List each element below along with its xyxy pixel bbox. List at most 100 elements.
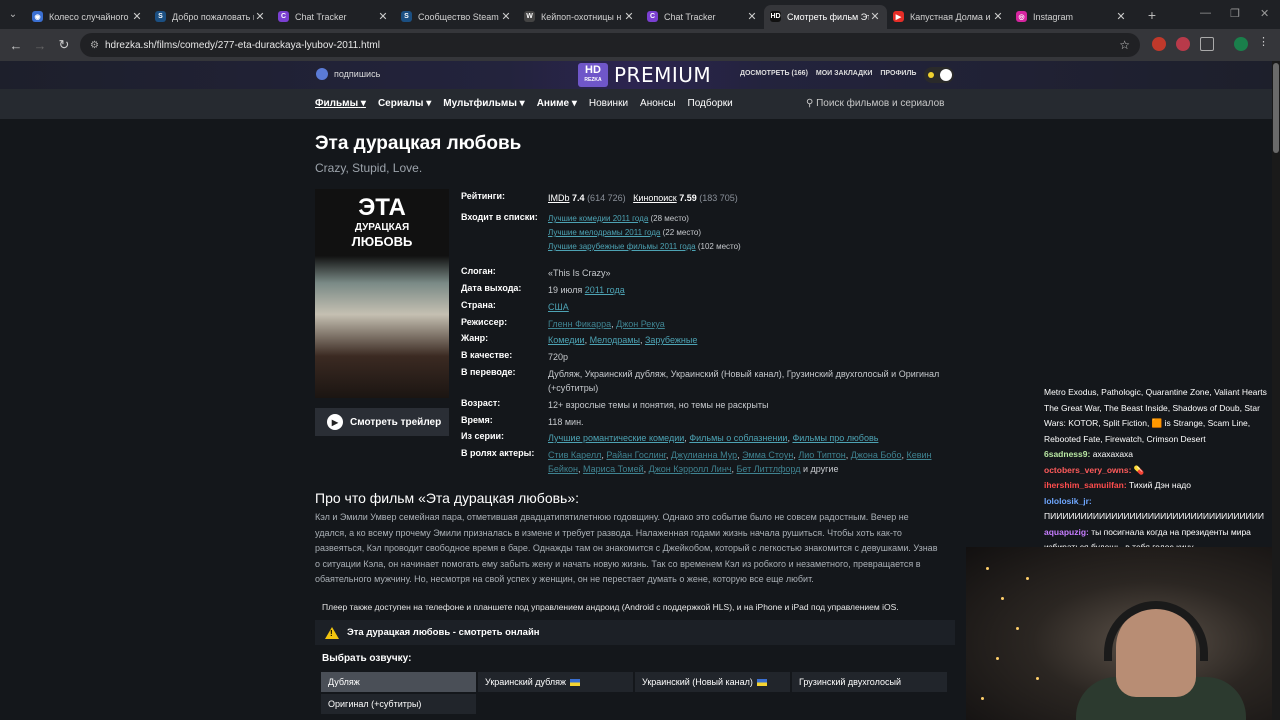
extension-icon[interactable]	[1176, 37, 1190, 51]
close-tab-icon[interactable]: ✕	[1115, 10, 1127, 23]
nav-announcements[interactable]: Анонсы	[640, 98, 675, 109]
search-input[interactable]: ⚲ Поиск фильмов и сериалов	[806, 98, 944, 109]
close-tab-icon[interactable]: ✕	[131, 10, 143, 23]
slogan-value: «This Is Crazy»	[548, 268, 611, 278]
nav-films[interactable]: Фильмы ▾	[315, 98, 366, 109]
genre-link[interactable]: Мелодрамы	[590, 335, 640, 345]
close-tab-icon[interactable]: ✕	[254, 10, 266, 23]
omnibox[interactable]: ⚙ hdrezka.sh/films/comedy/277-eta-durack…	[80, 33, 1140, 57]
release-year-link[interactable]: 2011 года	[585, 285, 625, 295]
tab-favicon-icon: S	[401, 11, 412, 22]
actor-link[interactable]: Райан Гослинг	[606, 450, 665, 460]
list-place: (22 место)	[662, 228, 702, 237]
ukraine-flag-icon	[756, 678, 767, 686]
chat-username[interactable]: lololosik_jr:	[1044, 496, 1092, 506]
chat-message: 6sadness9: ахахахаха	[1044, 447, 1272, 463]
chat-username[interactable]: aquapuzig:	[1044, 527, 1089, 537]
tab-search-icon[interactable]: ⌄	[0, 0, 26, 29]
site-info-icon[interactable]: ⚙	[90, 40, 99, 51]
back-icon[interactable]: ←	[4, 38, 28, 53]
site-logo[interactable]: HD REZKA PREMIUM	[578, 63, 711, 87]
voice-option-dub[interactable]: Дубляж	[321, 672, 476, 692]
scrollbar-thumb[interactable]	[1273, 63, 1279, 153]
kinopoisk-link[interactable]: Кинопоиск	[633, 193, 677, 203]
series-link[interactable]: Фильмы про любовь	[792, 433, 878, 443]
profile-avatar[interactable]	[1234, 37, 1248, 51]
browser-tab[interactable]: C Chat Tracker ✕	[272, 5, 395, 29]
browser-tab[interactable]: HD Смотреть фильм Эт ✕	[764, 4, 887, 29]
actor-link[interactable]: Лио Типтон	[798, 450, 845, 460]
page-scrollbar[interactable]	[1272, 61, 1280, 720]
subscribe-link[interactable]: подпишись	[316, 68, 380, 80]
movie-poster[interactable]: ЭТА ДУРАЦКАЯ ЛЮБОВЬ	[315, 189, 449, 398]
browser-tab[interactable]: S Добро пожаловать в ✕	[149, 5, 272, 29]
nav-cartoons[interactable]: Мультфильмы ▾	[443, 98, 524, 109]
url-text[interactable]: hdrezka.sh/films/comedy/277-eta-durackay…	[105, 40, 380, 51]
nav-new[interactable]: Новинки	[589, 98, 628, 109]
voice-option-original[interactable]: Оригинал (+субтитры)	[321, 694, 476, 714]
close-tab-icon[interactable]: ✕	[746, 10, 758, 23]
browser-menu-icon[interactable]: ⋮	[1258, 35, 1272, 49]
stream-chat-overlay: Metro Exodus, Pathologic, Quarantine Zon…	[1040, 385, 1272, 547]
maximize-icon[interactable]: ❐	[1230, 7, 1240, 20]
extension-icon[interactable]	[1152, 37, 1166, 51]
reload-icon[interactable]: ↻	[52, 37, 76, 53]
actor-link[interactable]: Джулианна Мур	[671, 450, 737, 460]
series-link[interactable]: Фильмы о соблазнении	[689, 433, 787, 443]
actor-link[interactable]: Бет Литтлфорд	[737, 464, 801, 474]
theme-toggle[interactable]	[924, 67, 954, 83]
profile-link[interactable]: ПРОФИЛЬ	[880, 70, 916, 77]
genre-link[interactable]: Зарубежные	[645, 335, 697, 345]
nav-anime[interactable]: Аниме ▾	[537, 98, 577, 109]
voice-label: Дубляж	[328, 677, 360, 687]
browser-tab[interactable]: C Chat Tracker ✕	[641, 5, 764, 29]
bookmarks-link[interactable]: МОИ ЗАКЛАДКИ	[816, 70, 872, 77]
actor-link[interactable]: Мариса Томей	[583, 464, 644, 474]
director-link[interactable]: Джон Рекуа	[616, 319, 665, 329]
bookmark-star-icon[interactable]: ☆	[1119, 38, 1130, 52]
list-link[interactable]: Лучшие мелодрамы 2011 года	[548, 228, 660, 237]
browser-tab[interactable]: S Сообщество Steam : ✕	[395, 5, 518, 29]
tab-favicon-icon: ◎	[1016, 11, 1027, 22]
genre-link[interactable]: Комедии	[548, 335, 585, 345]
close-tab-icon[interactable]: ✕	[377, 10, 389, 23]
close-tab-icon[interactable]: ✕	[992, 10, 1004, 23]
nav-series[interactable]: Сериалы ▾	[378, 98, 431, 109]
chat-text: 💊	[1133, 464, 1145, 475]
close-tab-icon[interactable]: ✕	[869, 10, 881, 23]
actor-link[interactable]: Стив Карелл	[548, 450, 601, 460]
new-tab-button[interactable]: +	[1141, 7, 1163, 23]
nav-collections[interactable]: Подборки	[688, 98, 733, 109]
forward-icon[interactable]: →	[28, 38, 52, 53]
close-tab-icon[interactable]: ✕	[500, 10, 512, 23]
extensions-puzzle-icon[interactable]	[1200, 37, 1214, 51]
browser-tab[interactable]: ▶ Капустная Долма и п ✕	[887, 5, 1010, 29]
continue-watching-link[interactable]: ДОСМОТРЕТЬ (166)	[740, 70, 808, 77]
close-window-icon[interactable]: ✕	[1260, 7, 1269, 20]
list-link[interactable]: Лучшие комедии 2011 года	[548, 214, 648, 223]
browser-tab[interactable]: ◎ Instagram ✕	[1010, 5, 1133, 29]
actor-link[interactable]: Джон Кэрролл Линч	[649, 464, 732, 474]
browser-tab[interactable]: W Кейпоп-охотницы н ✕	[518, 5, 641, 29]
director-link[interactable]: Гленн Фикарра	[548, 319, 611, 329]
info-label: Входит в списки:	[461, 212, 538, 222]
browser-tab[interactable]: ◉ Колесо случайного в ✕	[26, 5, 149, 29]
close-tab-icon[interactable]: ✕	[623, 10, 635, 23]
voice-option-ukr-new-channel[interactable]: Украинский (Новый канал)	[635, 672, 790, 692]
minimize-icon[interactable]: —	[1200, 7, 1211, 19]
actor-link[interactable]: Эмма Стоун	[742, 450, 793, 460]
continue-watching-count: 166	[793, 70, 806, 77]
nav-series-label: Сериалы	[377, 98, 424, 109]
watch-trailer-button[interactable]: ▶ Смотреть трейлер	[315, 408, 449, 436]
voice-option-ukr-dub[interactable]: Украинский дубляж	[478, 672, 633, 692]
series-link[interactable]: Лучшие романтические комедии	[548, 433, 684, 443]
list-link[interactable]: Лучшие зарубежные фильмы 2011 года	[548, 242, 696, 251]
voice-option-georgian[interactable]: Грузинский двухголосый	[792, 672, 947, 692]
chat-username[interactable]: 6sadness9:	[1044, 449, 1090, 459]
imdb-link[interactable]: IMDb	[548, 193, 570, 203]
chat-username[interactable]: octobers_very_owns:	[1044, 465, 1131, 475]
actor-link[interactable]: Джона Бобо	[851, 450, 902, 460]
country-link[interactable]: США	[548, 302, 569, 312]
chat-username[interactable]: ihershim_samuilfan:	[1044, 480, 1127, 490]
chat-text: Тихий Дэн надо	[1129, 480, 1191, 490]
